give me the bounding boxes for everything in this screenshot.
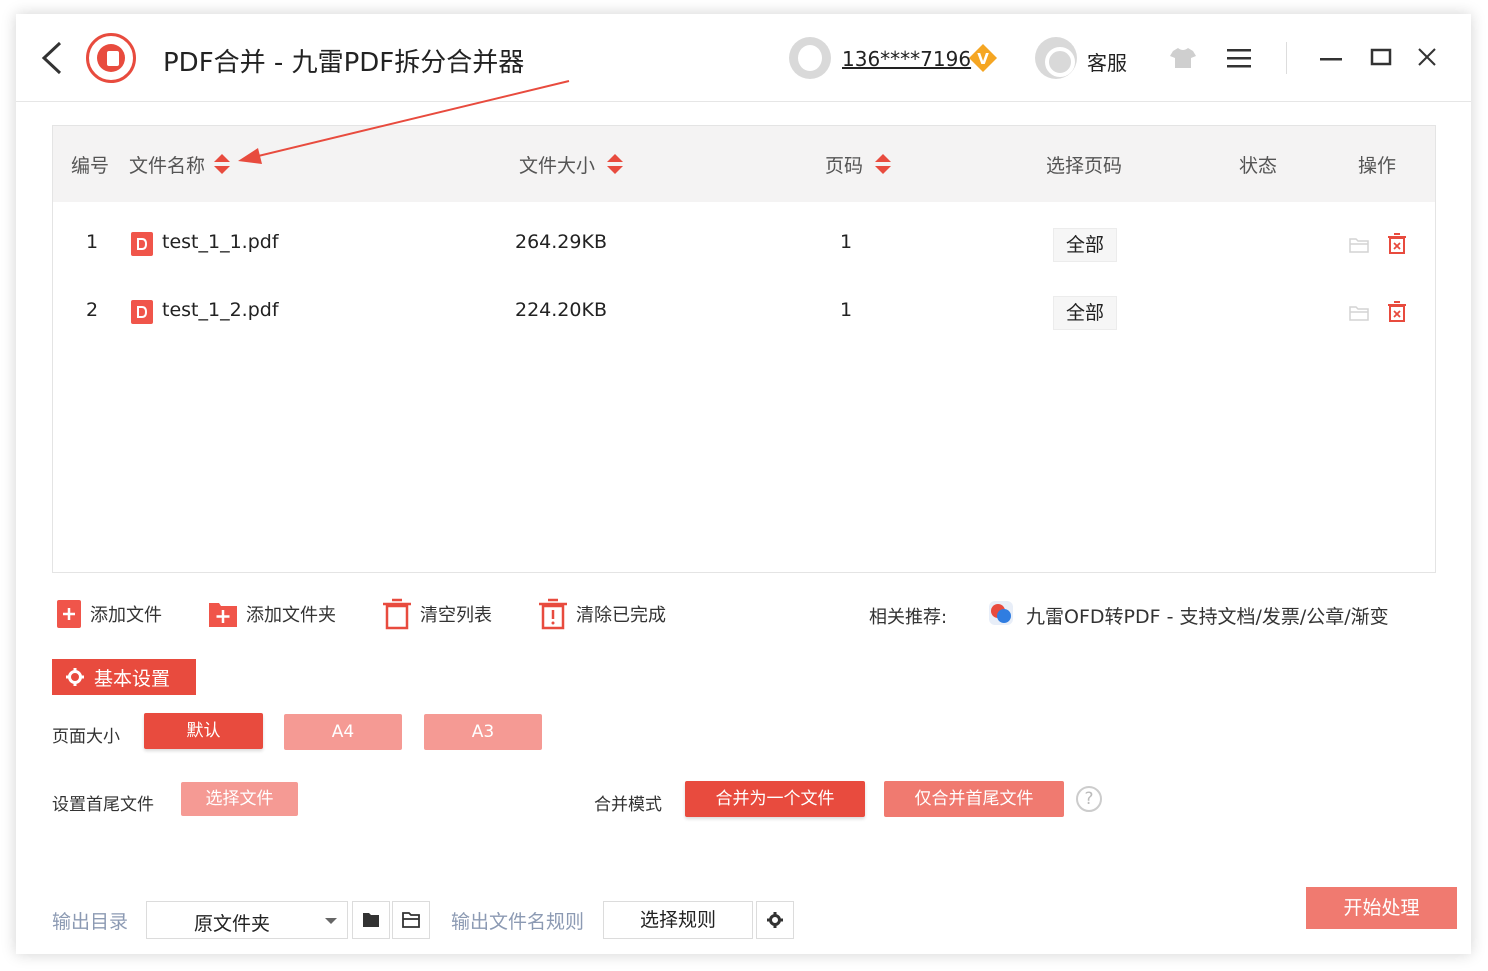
- back-icon[interactable]: [38, 40, 68, 76]
- basic-settings-tab[interactable]: 基本设置: [52, 659, 196, 695]
- merge-mode-label: 合并模式: [594, 795, 662, 815]
- clear-done-icon: [539, 598, 567, 630]
- header-select-pages: 选择页码: [1046, 155, 1123, 177]
- open-output-folder-button[interactable]: [392, 901, 430, 939]
- sort-pages-icon[interactable]: [874, 152, 892, 176]
- header-pages[interactable]: 页码: [825, 151, 863, 178]
- gear-icon: [66, 668, 84, 686]
- page-range-select[interactable]: 全部: [1053, 228, 1117, 262]
- open-folder-icon[interactable]: [1348, 234, 1370, 256]
- clear-done-button[interactable]: 清除已完成: [538, 597, 666, 631]
- choose-file-button[interactable]: 选择文件: [181, 782, 298, 816]
- pdf-file-icon: [131, 300, 153, 324]
- output-dir-label: 输出目录: [52, 911, 129, 933]
- delete-icon[interactable]: [1386, 233, 1408, 255]
- row-index: 1: [86, 231, 99, 253]
- add-file-button[interactable]: 添加文件: [56, 597, 162, 631]
- row-index: 2: [86, 299, 99, 321]
- page-size-a4-button[interactable]: A4: [284, 714, 402, 750]
- maximize-icon[interactable]: [1368, 44, 1394, 70]
- clear-list-button[interactable]: 清空列表: [382, 597, 492, 631]
- vip-badge-text: V: [977, 50, 989, 68]
- close-icon[interactable]: [1414, 44, 1440, 70]
- user-avatar[interactable]: [789, 37, 831, 79]
- skin-shirt-icon[interactable]: [1169, 46, 1197, 70]
- sort-size-icon[interactable]: [606, 152, 624, 176]
- header-status: 状态: [1239, 155, 1278, 177]
- header-file-name[interactable]: 文件名称: [129, 151, 205, 178]
- related-label: 相关推荐:: [869, 607, 948, 628]
- app-window: PDF合并 - 九雷PDF拆分合并器 136****7196 V 客服 编号 文…: [16, 14, 1471, 954]
- clear-done-label: 清除已完成: [576, 605, 666, 626]
- merge-head-tail-only-button[interactable]: 仅合并首尾文件: [884, 781, 1064, 817]
- add-file-label: 添加文件: [90, 605, 162, 626]
- add-folder-button[interactable]: 添加文件夹: [208, 597, 336, 631]
- vip-badge-icon[interactable]: V: [968, 43, 998, 73]
- choose-rule-button[interactable]: 选择规则: [603, 901, 753, 939]
- menu-icon[interactable]: [1226, 47, 1252, 69]
- output-dir-value: 原文件夹: [194, 913, 271, 935]
- row-file-name: test_1_1.pdf: [162, 231, 279, 253]
- chevron-down-icon: [325, 918, 337, 924]
- output-name-rule-label: 输出文件名规则: [451, 911, 585, 933]
- merge-into-one-button[interactable]: 合并为一个文件: [685, 781, 865, 817]
- add-file-icon: [57, 600, 81, 628]
- rule-settings-button[interactable]: [756, 901, 794, 939]
- gear-icon: [767, 912, 783, 928]
- row-file-size: 224.20KB: [515, 299, 607, 321]
- related-recommend-link[interactable]: 九雷OFD转PDF - 支持文档/发票/公章/渐变: [1026, 602, 1389, 629]
- customer-service-icon[interactable]: [1035, 37, 1077, 79]
- row-pages: 1: [840, 231, 853, 253]
- table-row[interactable]: 2 test_1_2.pdf 224.20KB 1 全部: [53, 280, 1435, 348]
- header-file-size[interactable]: 文件大小: [519, 151, 595, 178]
- titlebar-divider: [1286, 42, 1287, 74]
- open-folder-icon[interactable]: [1348, 302, 1370, 324]
- delete-icon[interactable]: [1386, 301, 1408, 323]
- row-file-size: 264.29KB: [515, 231, 607, 253]
- row-pages: 1: [840, 299, 853, 321]
- app-title: PDF合并 - 九雷PDF拆分合并器: [163, 48, 525, 78]
- user-phone-link[interactable]: 136****7196: [842, 47, 971, 71]
- folder-icon: [363, 913, 379, 927]
- start-processing-button[interactable]: 开始处理: [1306, 887, 1457, 929]
- table-header: 编号 文件名称 文件大小 页码 选择页码 状态 操作: [53, 126, 1435, 202]
- trash-icon: [383, 598, 411, 630]
- table-row[interactable]: 1 test_1_1.pdf 264.29KB 1 全部: [53, 212, 1435, 280]
- page-range-select[interactable]: 全部: [1053, 296, 1117, 330]
- basic-settings-label: 基本设置: [94, 667, 171, 690]
- output-dir-select[interactable]: 原文件夹: [146, 901, 348, 939]
- header-actions: 操作: [1358, 155, 1397, 177]
- row-file-name: test_1_2.pdf: [162, 299, 279, 321]
- add-folder-label: 添加文件夹: [246, 605, 336, 626]
- add-folder-icon: [209, 603, 237, 627]
- page-size-label: 页面大小: [52, 727, 120, 747]
- ofd-app-icon: [989, 601, 1013, 625]
- clear-list-label: 清空列表: [420, 605, 492, 626]
- title-bar: PDF合并 - 九雷PDF拆分合并器 136****7196 V 客服: [16, 14, 1471, 102]
- open-folder-icon: [402, 912, 420, 928]
- sort-name-icon[interactable]: [213, 152, 231, 176]
- page-size-a3-button[interactable]: A3: [424, 714, 542, 750]
- minimize-icon[interactable]: [1318, 44, 1344, 70]
- header-index: 编号: [71, 155, 110, 177]
- file-table: 编号 文件名称 文件大小 页码 选择页码 状态 操作 1 test_1_1.pd: [52, 125, 1436, 573]
- help-icon[interactable]: ?: [1076, 786, 1102, 812]
- head-tail-file-label: 设置首尾文件: [52, 795, 154, 815]
- customer-service-label[interactable]: 客服: [1087, 47, 1127, 76]
- pdf-file-icon: [131, 232, 153, 256]
- browse-folder-button[interactable]: [352, 901, 390, 939]
- page-size-default-button[interactable]: 默认: [144, 713, 263, 749]
- app-logo: [86, 33, 136, 83]
